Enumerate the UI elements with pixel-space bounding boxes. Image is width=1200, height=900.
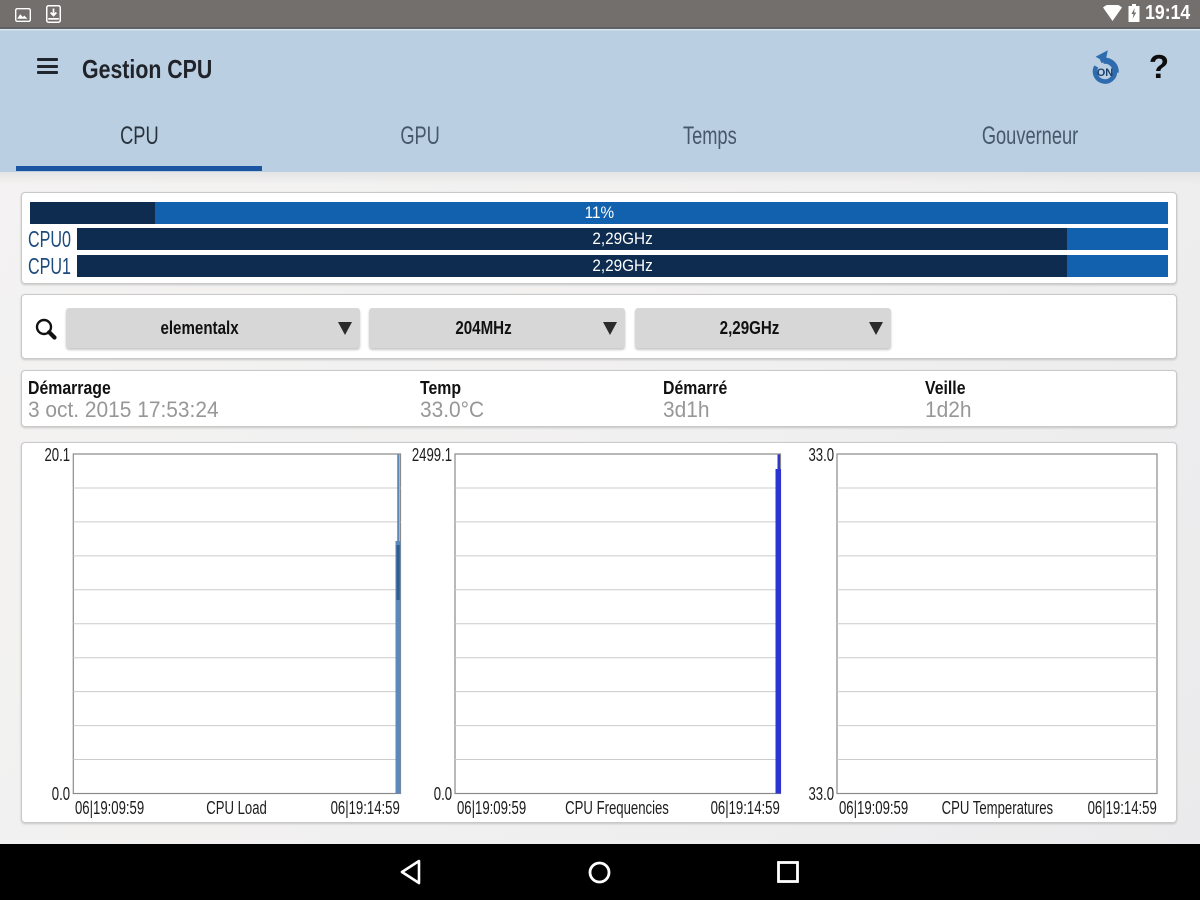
svg-text:ON: ON [1097,67,1114,79]
